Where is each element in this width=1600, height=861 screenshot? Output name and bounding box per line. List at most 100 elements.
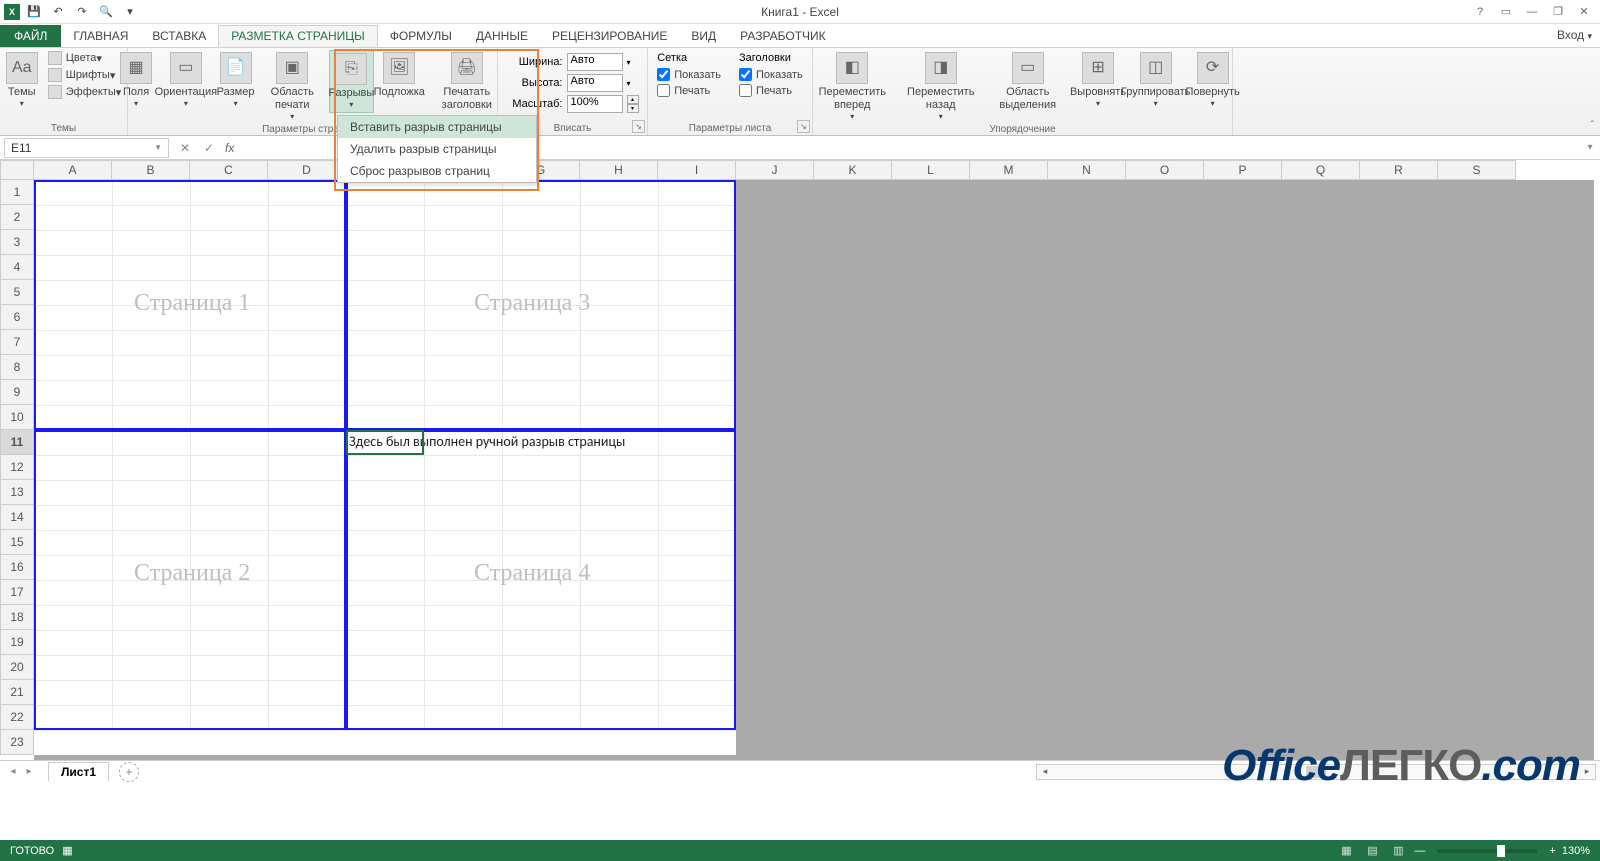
- print-titles-button[interactable]: 🖨Печатать заголовки: [425, 50, 509, 114]
- zoom-level[interactable]: 130%: [1562, 845, 1590, 857]
- orientation-button[interactable]: ▭Ориентация: [158, 50, 213, 111]
- col-header-M[interactable]: M: [970, 160, 1048, 180]
- row-header-19[interactable]: 19: [0, 630, 34, 655]
- ribbon-options-button[interactable]: ▭: [1494, 3, 1518, 21]
- colors-button[interactable]: Цвета ▾: [44, 50, 126, 66]
- qat-customize[interactable]: ▾: [120, 2, 140, 22]
- align-button[interactable]: ⊞Выровнять: [1073, 50, 1124, 111]
- expand-formula-bar[interactable]: ▾: [1580, 142, 1600, 153]
- cancel-icon[interactable]: ✕: [173, 138, 197, 158]
- row-header-8[interactable]: 8: [0, 355, 34, 380]
- col-header-D[interactable]: D: [268, 160, 346, 180]
- row-header-17[interactable]: 17: [0, 580, 34, 605]
- col-header-A[interactable]: A: [34, 160, 112, 180]
- headings-print-check[interactable]: Печать: [739, 83, 803, 98]
- qat-extra-button[interactable]: 🔍: [96, 2, 116, 22]
- scale-down[interactable]: ▾: [627, 104, 639, 113]
- scroll-right[interactable]: ▸: [1579, 766, 1595, 777]
- col-header-R[interactable]: R: [1360, 160, 1438, 180]
- row-header-15[interactable]: 15: [0, 530, 34, 555]
- minimize-button[interactable]: —: [1520, 3, 1544, 21]
- zoom-out[interactable]: —: [1414, 845, 1425, 857]
- name-box[interactable]: E11▼: [4, 138, 169, 158]
- effects-button[interactable]: Эффекты ▾: [44, 84, 126, 100]
- background-button[interactable]: 🖼Подложка: [376, 50, 423, 101]
- undo-button[interactable]: ↶: [48, 2, 68, 22]
- close-button[interactable]: ✕: [1572, 3, 1596, 21]
- sheet-nav-first[interactable]: ◂: [6, 765, 20, 779]
- view-page-layout[interactable]: ▤: [1362, 843, 1382, 859]
- add-sheet-button[interactable]: +: [119, 762, 139, 782]
- col-header-O[interactable]: O: [1126, 160, 1204, 180]
- gridlines-view-check[interactable]: Показать: [657, 67, 721, 82]
- row-header-6[interactable]: 6: [0, 305, 34, 330]
- row-header-5[interactable]: 5: [0, 280, 34, 305]
- scale-launcher[interactable]: ↘: [632, 120, 645, 133]
- view-normal[interactable]: ▦: [1336, 843, 1356, 859]
- enter-icon[interactable]: ✓: [197, 138, 221, 158]
- selection-pane-button[interactable]: ▭Область выделения: [985, 50, 1071, 114]
- height-input[interactable]: Авто: [567, 74, 623, 92]
- select-all-corner[interactable]: [0, 160, 34, 180]
- row-header-14[interactable]: 14: [0, 505, 34, 530]
- col-header-C[interactable]: C: [190, 160, 268, 180]
- size-button[interactable]: 📄Размер: [216, 50, 256, 111]
- active-cell-e11[interactable]: [346, 430, 424, 455]
- row-header-16[interactable]: 16: [0, 555, 34, 580]
- scroll-left[interactable]: ◂: [1037, 766, 1053, 777]
- reset-page-breaks[interactable]: Сброс разрывов страниц: [338, 160, 536, 182]
- breaks-button[interactable]: ⎘Разрывы: [329, 50, 374, 113]
- col-header-L[interactable]: L: [892, 160, 970, 180]
- row-header-18[interactable]: 18: [0, 605, 34, 630]
- group-button[interactable]: ◫Группировать: [1125, 50, 1186, 111]
- help-button[interactable]: ?: [1468, 3, 1492, 21]
- zoom-thumb[interactable]: [1497, 845, 1505, 857]
- col-header-N[interactable]: N: [1048, 160, 1126, 180]
- row-header-10[interactable]: 10: [0, 405, 34, 430]
- tab-главная[interactable]: ГЛАВНАЯ: [61, 25, 140, 47]
- row-header-1[interactable]: 1: [0, 180, 34, 205]
- row-header-4[interactable]: 4: [0, 255, 34, 280]
- fonts-button[interactable]: Шрифты ▾: [44, 67, 126, 83]
- col-header-Q[interactable]: Q: [1282, 160, 1360, 180]
- sheet-tab-1[interactable]: Лист1: [48, 762, 109, 781]
- col-header-J[interactable]: J: [736, 160, 814, 180]
- col-header-K[interactable]: K: [814, 160, 892, 180]
- row-header-22[interactable]: 22: [0, 705, 34, 730]
- width-input[interactable]: Авто: [567, 53, 623, 71]
- fx-icon[interactable]: fx: [221, 141, 238, 155]
- insert-page-break[interactable]: Вставить разрыв страницы: [338, 116, 536, 138]
- row-header-13[interactable]: 13: [0, 480, 34, 505]
- tab-разработчик[interactable]: РАЗРАБОТЧИК: [728, 25, 838, 47]
- margins-button[interactable]: ▦Поля: [116, 50, 156, 111]
- tab-вид[interactable]: ВИД: [679, 25, 728, 47]
- zoom-slider[interactable]: [1437, 849, 1537, 853]
- tab-file[interactable]: ФАЙЛ: [0, 25, 61, 47]
- rotate-button[interactable]: ⟳Повернуть: [1188, 50, 1237, 111]
- redo-button[interactable]: ↷: [72, 2, 92, 22]
- save-button[interactable]: 💾: [24, 2, 44, 22]
- login-link[interactable]: Вход ▾: [1557, 28, 1592, 42]
- col-header-H[interactable]: H: [580, 160, 658, 180]
- tab-вставка[interactable]: ВСТАВКА: [140, 25, 218, 47]
- row-header-9[interactable]: 9: [0, 380, 34, 405]
- headings-view-check[interactable]: Показать: [739, 67, 803, 82]
- themes-button[interactable]: Aa Темы: [2, 50, 42, 111]
- spreadsheet-grid[interactable]: ABCDEFGHIJKLMNOPQRS 12345678910111213141…: [0, 160, 1600, 760]
- collapse-ribbon[interactable]: ˆ: [1591, 120, 1594, 131]
- send-backward-button[interactable]: ◨Переместить назад: [899, 50, 983, 124]
- tab-разметка-страницы[interactable]: РАЗМЕТКА СТРАНИЦЫ: [218, 25, 378, 47]
- tab-формулы[interactable]: ФОРМУЛЫ: [378, 25, 464, 47]
- row-header-20[interactable]: 20: [0, 655, 34, 680]
- row-header-3[interactable]: 3: [0, 230, 34, 255]
- row-header-21[interactable]: 21: [0, 680, 34, 705]
- col-header-I[interactable]: I: [658, 160, 736, 180]
- col-header-P[interactable]: P: [1204, 160, 1282, 180]
- tab-рецензирование[interactable]: РЕЦЕНЗИРОВАНИЕ: [540, 25, 679, 47]
- row-header-23[interactable]: 23: [0, 730, 34, 755]
- view-page-break[interactable]: ▥: [1388, 843, 1408, 859]
- print-area-button[interactable]: ▣Область печати: [258, 50, 327, 124]
- zoom-in[interactable]: +: [1549, 845, 1555, 857]
- tab-данные[interactable]: ДАННЫЕ: [464, 25, 540, 47]
- row-header-12[interactable]: 12: [0, 455, 34, 480]
